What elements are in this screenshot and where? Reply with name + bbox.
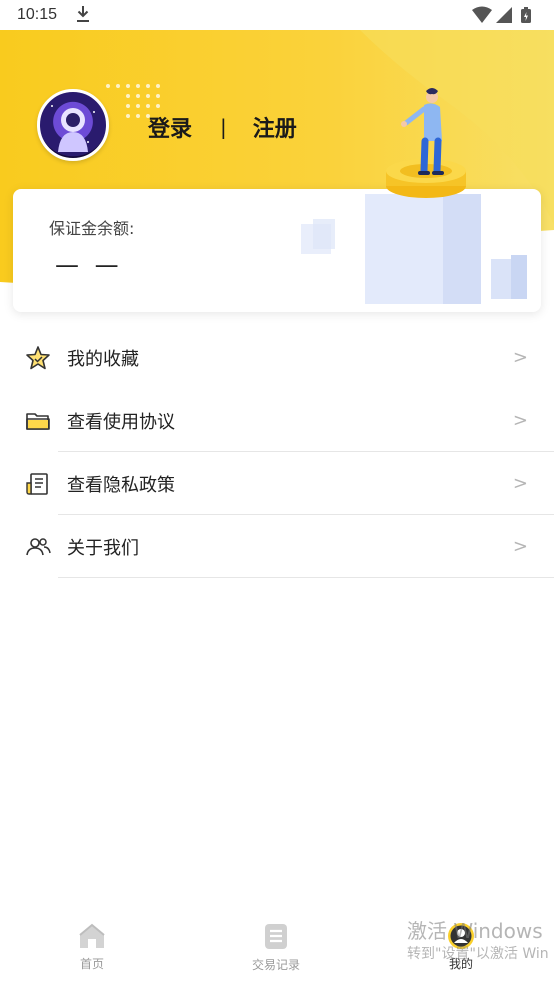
menu-item-label: 查看使用协议 bbox=[67, 411, 175, 433]
home-icon bbox=[79, 923, 105, 948]
chevron-right-icon: > bbox=[512, 410, 528, 431]
menu-item-label: 查看隐私政策 bbox=[67, 474, 175, 496]
windows-activation-watermark: 激活 Windows bbox=[407, 919, 543, 943]
register-link[interactable]: 注册 bbox=[253, 111, 297, 143]
balance-label: 保证金余额: bbox=[49, 219, 135, 238]
menu-item-about-us[interactable]: 关于我们 > bbox=[0, 515, 554, 578]
menu-list: 我的收藏 > 查看使用协议 > 查看隐私政策 > 关于我们 > bbox=[0, 326, 554, 578]
status-time: 10:15 bbox=[17, 6, 58, 23]
document-icon bbox=[26, 472, 48, 495]
tab-label: 交易记录 bbox=[251, 958, 300, 972]
chevron-right-icon: > bbox=[512, 347, 528, 368]
divider bbox=[58, 577, 554, 578]
tab-home[interactable]: 首页 bbox=[32, 918, 152, 978]
records-icon bbox=[265, 924, 287, 949]
balance-value: — — bbox=[55, 251, 123, 279]
auth-row: 登录 | 注册 bbox=[148, 112, 297, 142]
avatar[interactable] bbox=[37, 89, 109, 161]
person-on-coins-illustration bbox=[386, 88, 466, 198]
menu-item-label: 关于我们 bbox=[67, 537, 139, 559]
chevron-right-icon: > bbox=[512, 536, 528, 557]
windows-activation-hint: 转到"设置"以激活 Win bbox=[407, 946, 549, 962]
download-icon bbox=[77, 6, 89, 22]
auth-separator: | bbox=[220, 115, 227, 139]
menu-item-favorites[interactable]: 我的收藏 > bbox=[0, 326, 554, 389]
users-icon bbox=[26, 537, 51, 555]
astronaut-icon bbox=[51, 105, 95, 152]
menu-item-privacy-policy[interactable]: 查看隐私政策 > bbox=[0, 452, 554, 515]
signal-icon bbox=[496, 7, 512, 23]
folder-icon bbox=[26, 412, 50, 430]
battery-icon bbox=[521, 7, 531, 23]
menu-item-user-agreement[interactable]: 查看使用协议 > bbox=[0, 389, 554, 452]
menu-item-label: 我的收藏 bbox=[67, 348, 139, 370]
tab-records[interactable]: 交易记录 bbox=[216, 918, 336, 978]
login-link[interactable]: 登录 bbox=[148, 111, 192, 143]
star-icon bbox=[26, 345, 50, 369]
tab-label: 首页 bbox=[79, 957, 104, 971]
status-icons bbox=[472, 6, 531, 23]
chevron-right-icon: > bbox=[512, 473, 528, 494]
status-bar: 10:15 bbox=[0, 0, 554, 30]
wifi-icon bbox=[472, 6, 492, 23]
